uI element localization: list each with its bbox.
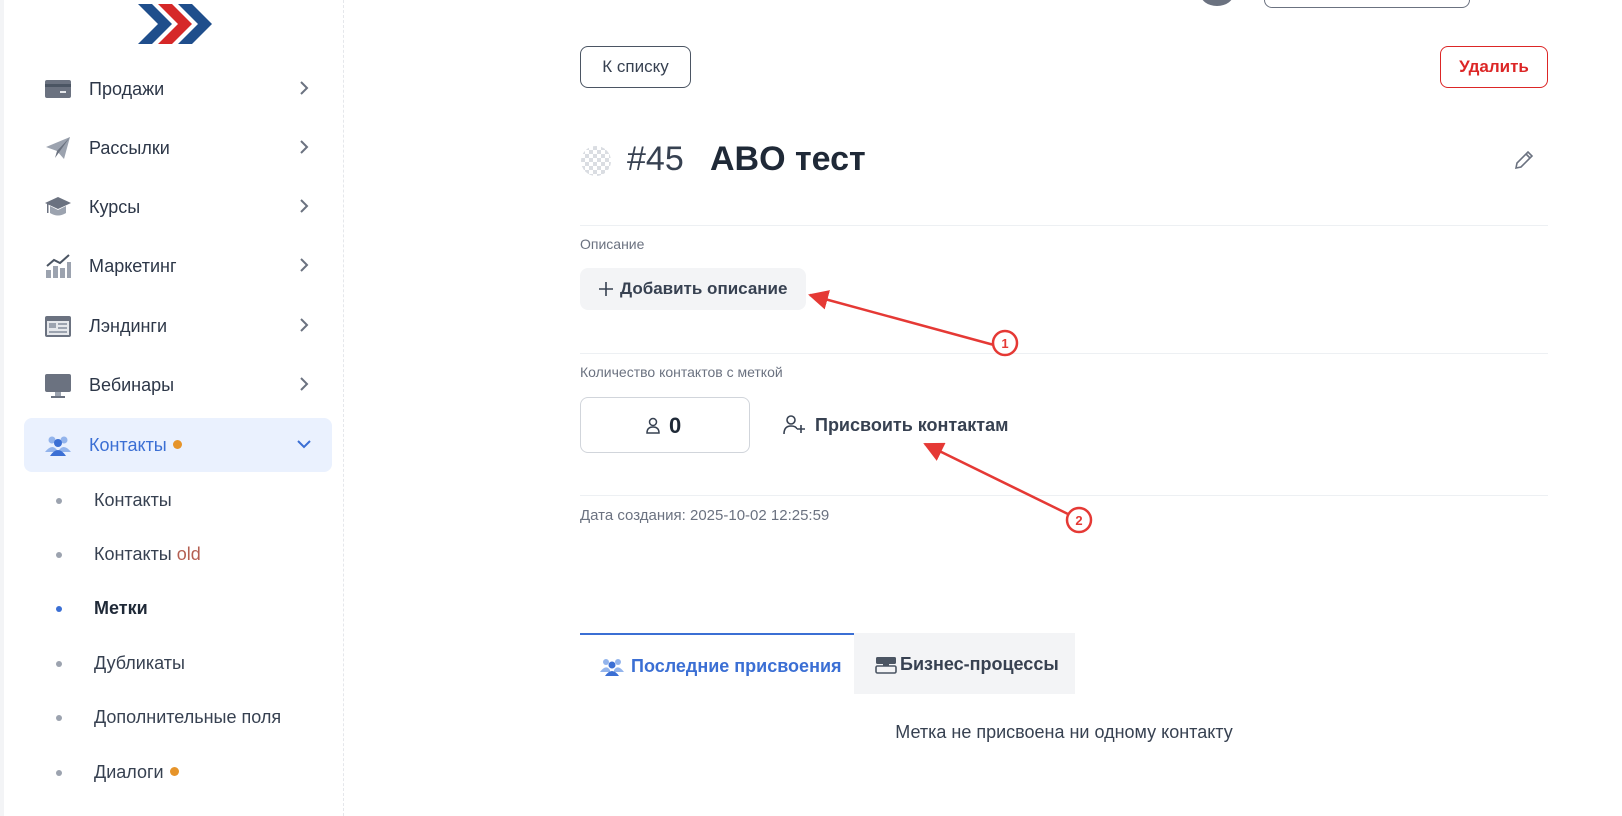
tab-business-processes[interactable]: Бизнес-процессы	[854, 633, 1075, 694]
sidebar: Продажи Рассылки Курсы Маркетинг Лэндинг…	[0, 0, 344, 816]
plus-icon	[599, 282, 613, 296]
chevron-right-icon	[300, 258, 309, 272]
top-search-input[interactable]	[1264, 0, 1470, 8]
graduation-cap-icon	[45, 197, 71, 216]
tab-recent-assignments[interactable]: Последние присвоения	[580, 633, 854, 694]
sidebar-item-label: Рассылки	[89, 138, 170, 158]
sidebar-item-label: Курсы	[89, 197, 141, 217]
empty-state-message: Метка не присвоена ни одному контакту	[895, 722, 1233, 742]
avatar[interactable]	[1200, 0, 1234, 6]
assign-contacts-label: Присвоить контактам	[815, 415, 1009, 435]
add-user-icon	[783, 415, 805, 435]
users-icon	[600, 659, 624, 676]
tag-color-swatch[interactable]	[581, 146, 611, 176]
notification-dot	[169, 767, 179, 776]
sidebar-item-webinars[interactable]: Вебинары	[24, 358, 332, 412]
subnav-item-label: Контакты	[94, 490, 172, 510]
sidebar-item-label: Лэндинги	[89, 316, 168, 336]
annotation-number-2: 2	[1075, 513, 1082, 528]
subnav-item-label: Метки	[94, 598, 148, 618]
tab-label: Последние присвоения	[631, 656, 842, 676]
sidebar-item-label: Маркетинг	[89, 256, 177, 276]
chevron-right-icon	[300, 81, 309, 95]
back-to-list-button[interactable]: К списку	[580, 46, 691, 88]
bullet	[56, 552, 62, 558]
tag-number: #45	[627, 140, 684, 178]
sidebar-item-marketing[interactable]: Маркетинг	[24, 239, 332, 293]
contacts-count-value: 0	[669, 413, 682, 438]
bullet	[56, 770, 62, 776]
chevron-right-icon	[300, 318, 309, 332]
divider	[580, 495, 1548, 496]
users-icon	[45, 436, 71, 456]
tab-label: Бизнес-процессы	[900, 654, 1059, 674]
contacts-count-box: 0	[580, 397, 750, 453]
sidebar-item-label: Контакты	[89, 435, 182, 456]
bullet	[56, 715, 62, 721]
chevron-right-icon	[300, 377, 309, 391]
subnav-item-label: Контакты old	[94, 544, 201, 564]
old-tag: old	[176, 544, 201, 564]
annotation-number-1: 1	[1001, 336, 1008, 351]
annotation-arrow-2	[923, 442, 1071, 517]
paper-plane-icon	[46, 137, 70, 159]
subnav-item-label: Дополнительные поля	[94, 707, 282, 727]
sidebar-item-sales[interactable]: Продажи	[24, 62, 332, 116]
subnav-item-label: Диалоги	[94, 762, 179, 783]
bullet	[56, 606, 62, 612]
sidebar-item-label: Вебинары	[89, 375, 175, 395]
card-icon	[45, 80, 71, 98]
brand-logo[interactable]	[138, 2, 212, 46]
sidebar-item-label: Продажи	[89, 79, 165, 99]
sidebar-item-mailings[interactable]: Рассылки	[24, 121, 332, 175]
sidebar-item-landings[interactable]: Лэндинги	[24, 299, 332, 353]
person-icon	[646, 417, 660, 434]
delete-button[interactable]: Удалить	[1440, 46, 1548, 88]
pencil-icon[interactable]	[1512, 148, 1536, 172]
bullet	[56, 498, 62, 504]
annotation-arrow-1	[808, 290, 995, 347]
chevron-right-icon	[300, 199, 309, 213]
sidebar-item-courses[interactable]: Курсы	[24, 180, 332, 234]
bullet	[56, 661, 62, 667]
created-date: Дата создания: 2025-10-02 12:25:59	[580, 507, 830, 524]
chevron-right-icon	[300, 140, 309, 154]
workflow-icon	[875, 657, 897, 674]
divider	[580, 353, 1548, 354]
contacts-count-label: Количество контактов с меткой	[580, 364, 783, 380]
tag-title: ABO тест	[710, 140, 866, 178]
landing-page-icon	[45, 316, 71, 337]
monitor-icon	[45, 374, 71, 398]
subnav-item-label: Дубликаты	[94, 653, 185, 673]
chevron-down-icon	[297, 440, 311, 449]
description-label: Описание	[580, 236, 645, 252]
sidebar-item-contacts[interactable]: Контакты	[24, 418, 332, 472]
annotation-marker-2	[1065, 506, 1093, 534]
divider	[580, 225, 1548, 226]
notification-dot	[172, 440, 182, 449]
annotation-marker-1	[991, 329, 1019, 357]
growth-chart-icon	[46, 254, 71, 278]
